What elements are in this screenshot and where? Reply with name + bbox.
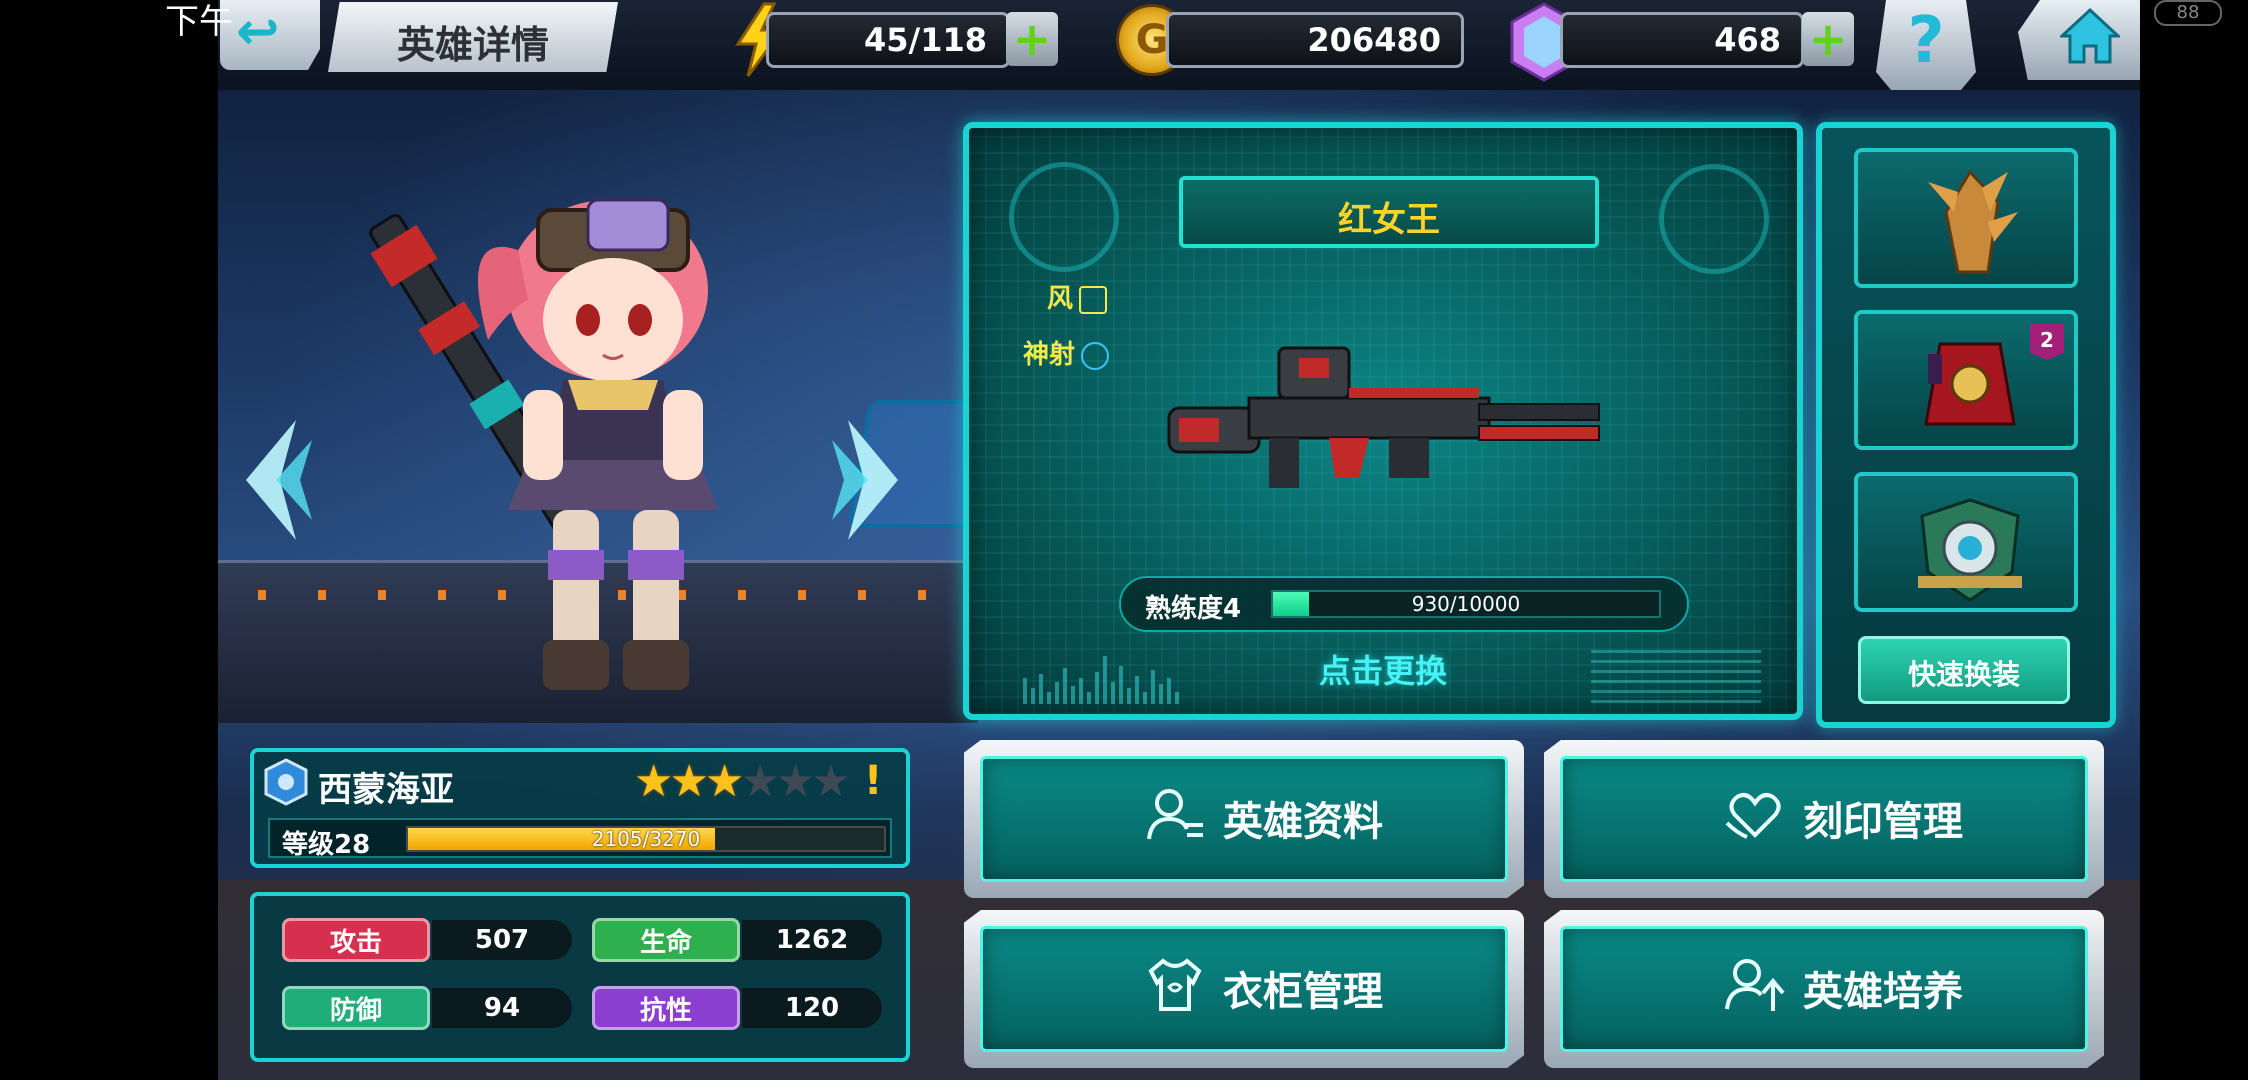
hero-level-row: 等级28 2105/3270	[268, 818, 892, 860]
back-arrow-icon: ↩	[236, 2, 280, 62]
home-icon	[2060, 7, 2120, 64]
weapon-panel[interactable]: 红女王 风 神射 熟练度4 930/10000 点击更换	[963, 122, 1803, 720]
crosshair-icon	[1081, 341, 1110, 370]
star-icon: ★	[704, 756, 745, 807]
hero-star-rating: ★★★★★★	[634, 756, 851, 807]
hero-name: 西蒙海亚	[318, 770, 454, 810]
question-mark-icon: ?	[1907, 4, 1945, 78]
hero-portrait	[369, 198, 718, 690]
energy-value: 45/118	[863, 21, 987, 59]
hero-info-panel: 西蒙海亚 ★★★★★★ ! 等级28 2105/3270	[250, 748, 910, 868]
help-button[interactable]: ?	[1876, 0, 1976, 90]
weapon-name-plate: 红女王	[1179, 176, 1599, 248]
star-icon: ★	[775, 756, 816, 807]
stat-resistance: 抗性 120	[592, 986, 882, 1030]
star-icon: ★	[669, 756, 709, 807]
person-up-icon	[1725, 959, 1785, 1011]
plus-icon: +	[1012, 12, 1052, 66]
stat-label: 攻击	[282, 918, 430, 962]
quick-equip-button[interactable]: 快速换装	[1858, 636, 2070, 704]
hero-level: 等级28	[282, 830, 371, 860]
hero-stats-panel: 攻击 507 生命 1262 防御 94 抗性 120	[250, 892, 910, 1062]
plus-icon: +	[1808, 12, 1848, 66]
equipment-slot-2[interactable]: 2	[1854, 310, 2078, 450]
hero-class-icon	[264, 758, 308, 806]
stat-value: 507	[432, 920, 572, 960]
gold-value: 206480	[1307, 21, 1441, 59]
hero-profile-button[interactable]: 英雄资料	[964, 740, 1524, 898]
hero-training-button[interactable]: 英雄培养	[1544, 910, 2104, 1068]
quick-equip-label: 快速换装	[1907, 658, 2020, 691]
star-icon: ★	[740, 756, 780, 807]
experience-value: 2105/3270	[591, 827, 701, 851]
action-label: 刻印管理	[1803, 799, 1963, 845]
stat-label: 生命	[592, 918, 740, 962]
stat-health: 生命 1262	[592, 918, 882, 962]
stat-value: 1262	[742, 920, 882, 960]
gem-counter: 468	[1560, 12, 1804, 68]
change-weapon-button[interactable]: 点击更换	[969, 646, 1797, 692]
weapon-image	[1167, 346, 1600, 488]
mastery-value: 930/10000	[1411, 592, 1521, 616]
stat-label: 抗性	[592, 986, 740, 1030]
stat-value: 120	[742, 988, 882, 1028]
engraving-management-button[interactable]: 刻印管理	[1544, 740, 2104, 898]
star-icon: ★	[811, 756, 851, 807]
level-badge: 2	[2030, 324, 2064, 360]
add-gem-button[interactable]: +	[1802, 12, 1854, 66]
status-time: 下午	[165, 2, 233, 42]
title-plate: 英雄详情	[328, 2, 618, 72]
star-upgrade-alert-icon[interactable]: !	[864, 758, 882, 804]
skill-tag: 神射	[1023, 334, 1110, 371]
page-title: 英雄详情	[396, 23, 549, 67]
target-decoration-icon	[1009, 162, 1119, 272]
weapon-name: 红女王	[1338, 200, 1440, 240]
next-hero-arrow[interactable]	[828, 410, 908, 550]
mastery-label: 熟练度4	[1145, 594, 1242, 624]
stat-value: 94	[432, 988, 572, 1028]
equipment-slot-3[interactable]	[1854, 472, 2078, 612]
home-button[interactable]	[2018, 0, 2140, 80]
shield-emblem-icon	[1918, 498, 2022, 602]
battery-indicator: 88	[2154, 0, 2222, 26]
back-button[interactable]: ↩	[220, 0, 320, 70]
equipment-panel: 2 快速换装	[1816, 122, 2116, 728]
gold-counter: 206480	[1166, 12, 1464, 68]
equipment-slot-1[interactable]	[1854, 148, 2078, 288]
action-label: 英雄资料	[1223, 799, 1383, 845]
game-screen: ↩ 英雄详情 45/118 + G 206480 468 + ? 红女王 风 神…	[218, 0, 2140, 1080]
wind-icon	[1079, 285, 1108, 314]
stat-attack: 攻击 507	[282, 918, 572, 962]
element-tag: 风	[1047, 278, 1108, 315]
action-label: 衣柜管理	[1223, 969, 1383, 1015]
add-energy-button[interactable]: +	[1006, 12, 1058, 66]
spiked-claw-icon	[1928, 169, 2018, 274]
action-label: 英雄培养	[1803, 969, 1963, 1015]
radar-decoration-icon	[1659, 164, 1769, 274]
gem-value: 468	[1714, 21, 1781, 59]
heart-hands-icon	[1725, 793, 1781, 839]
star-icon: ★	[634, 756, 674, 807]
mastery-display: 熟练度4 930/10000	[1119, 576, 1689, 632]
wardrobe-management-button[interactable]: 衣柜管理	[964, 910, 1524, 1068]
shirt-icon	[1148, 958, 1202, 1011]
stat-defense: 防御 94	[282, 986, 572, 1030]
person-icon	[1147, 789, 1203, 840]
experience-bar: 2105/3270	[406, 826, 886, 852]
energy-counter: 45/118	[766, 12, 1010, 68]
stat-label: 防御	[282, 986, 430, 1030]
mastery-progress-bar: 930/10000	[1271, 590, 1661, 618]
